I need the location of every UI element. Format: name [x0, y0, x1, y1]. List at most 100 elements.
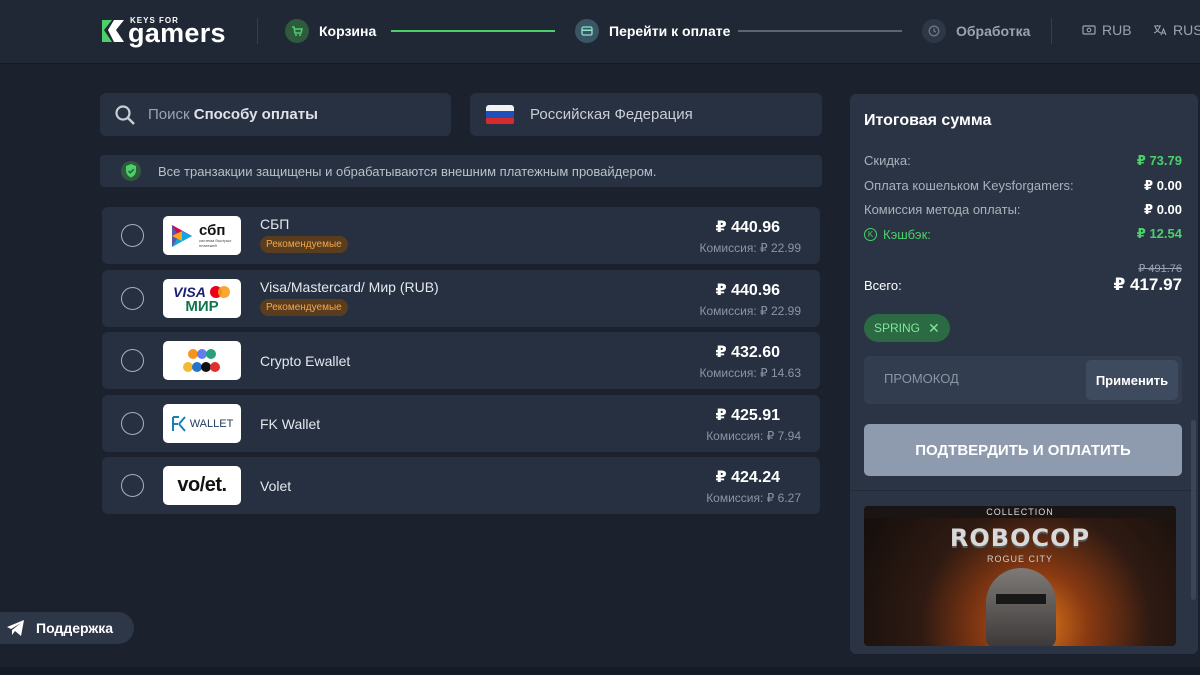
sbp-logo-subtext: система быстрых платежей: [199, 238, 232, 248]
step-progress-line-pending: [738, 30, 902, 32]
robocop-visor: [996, 594, 1046, 604]
crypto-logo: [163, 341, 241, 380]
radio-button[interactable]: [121, 349, 144, 372]
logo-k-icon: [102, 20, 124, 42]
currency-selector[interactable]: RUB: [1082, 22, 1132, 38]
payment-method-name: Volet: [260, 478, 292, 494]
payment-method-fk-wallet[interactable]: WALLET FK Wallet ₽ 425.91 Комиссия: ₽ 7.…: [102, 395, 820, 452]
order-summary-panel: Итоговая сумма Скидка: ₽ 73.79 Оплата ко…: [850, 94, 1198, 654]
translate-icon: [1153, 25, 1167, 36]
total-value: ₽ 417.97: [1113, 275, 1182, 294]
panel-scrollbar[interactable]: [1191, 420, 1196, 600]
payment-search-input[interactable]: Поиск Способу оплаты: [100, 93, 451, 136]
summary-row-label: Оплата кошельком Keysforgamers:: [864, 178, 1074, 193]
step-payment[interactable]: Перейти к оплате: [575, 19, 730, 43]
step-cart[interactable]: Корзина: [285, 19, 376, 43]
telegram-icon: [7, 620, 24, 636]
recommended-badge: Рекомендуемые: [260, 236, 348, 253]
summary-row-discount: Скидка: ₽ 73.79: [864, 153, 1182, 169]
game-cover-image: COLLECTION ROBOCOP ROGUE CITY: [864, 506, 1176, 646]
total-label: Всего:: [864, 278, 902, 293]
payment-method-fee: Комиссия: ₽ 7.94: [706, 429, 801, 443]
payment-method-price: ₽ 424.24: [715, 469, 780, 486]
language-label: RUS: [1173, 22, 1200, 38]
summary-row-value: ₽ 73.79: [1136, 153, 1182, 168]
russia-flag-icon: [486, 104, 514, 125]
payment-method-fee: Комиссия: ₽ 22.99: [699, 241, 801, 255]
summary-row-cashback: K Кэшбэк: ₽ 12.54: [864, 226, 1182, 242]
summary-row-label: Скидка:: [864, 153, 911, 168]
coupon-code: SPRING: [874, 321, 921, 335]
radio-button[interactable]: [121, 287, 144, 310]
card-icon: [575, 19, 599, 43]
payment-method-fee: Комиссия: ₽ 6.27: [706, 491, 801, 505]
sbp-logo-text: сбп: [199, 222, 226, 239]
language-selector[interactable]: RUS: [1153, 22, 1200, 38]
search-placeholder: Поиск Способу оплаты: [148, 106, 318, 123]
cashback-label: K Кэшбэк:: [864, 226, 931, 242]
apply-promo-button[interactable]: Применить: [1086, 360, 1178, 400]
brand-big-text: gamers: [128, 18, 226, 48]
payment-method-fee: Комиссия: ₽ 14.63: [699, 366, 801, 380]
visa-mastercard-mir-logo: VISA МИР: [163, 279, 241, 318]
close-icon[interactable]: ✕: [928, 320, 940, 337]
applied-coupon-chip: SPRING ✕: [864, 314, 950, 342]
fk-wallet-logo: WALLET: [163, 404, 241, 443]
summary-title: Итоговая сумма: [864, 112, 992, 129]
old-total-price: ₽ 491.76: [1138, 263, 1182, 275]
summary-row-wallet: Оплата кошельком Keysforgamers: ₽ 0.00: [864, 178, 1182, 194]
bottom-bar: [0, 667, 1200, 675]
game-subtitle-text: ROGUE CITY: [986, 554, 1053, 564]
header-divider: [257, 18, 258, 44]
fk-logo-text: WALLET: [189, 417, 234, 430]
secure-notice-text: Все транзакции защищены и обрабатываются…: [158, 163, 657, 179]
payment-method-sbp[interactable]: сбп система быстрых платежей СБП Рекомен…: [102, 207, 820, 264]
top-header: KEYS FOR gamers Корзина Перейти к оплате…: [0, 0, 1200, 64]
radio-button[interactable]: [121, 412, 144, 435]
shield-check-icon: [121, 161, 141, 181]
radio-button[interactable]: [121, 474, 144, 497]
country-label: Российская Федерация: [530, 106, 693, 123]
mir-logo-text: МИР: [185, 297, 219, 315]
payment-method-visa-mir[interactable]: VISA МИР Visa/Mastercard/ Мир (RUB) Реко…: [102, 270, 820, 327]
confirm-pay-button[interactable]: ПОДТВЕРДИТЬ И ОПЛАТИТЬ: [864, 424, 1182, 476]
fk-icon: [171, 415, 186, 432]
payment-method-volet[interactable]: vo/et. Volet ₽ 424.24 Комиссия: ₽ 6.27: [102, 457, 820, 514]
summary-row-fee: Комиссия метода оплаты: ₽ 0.00: [864, 202, 1182, 218]
country-selector[interactable]: Российская Федерация: [470, 93, 822, 136]
summary-row-value: ₽ 0.00: [1144, 178, 1182, 193]
cash-icon: [1082, 25, 1096, 35]
payment-method-price: ₽ 440.96: [715, 219, 780, 236]
payment-method-name: FK Wallet: [260, 416, 321, 432]
search-icon: [115, 104, 135, 125]
secure-notice: Все транзакции защищены и обрабатываются…: [100, 155, 822, 187]
support-button[interactable]: Поддержка: [0, 612, 134, 644]
payment-method-crypto[interactable]: Crypto Ewallet ₽ 432.60 Комиссия: ₽ 14.6…: [102, 332, 820, 389]
summary-row-value: ₽ 12.54: [1136, 226, 1182, 241]
summary-row-label: Кэшбэк:: [883, 226, 931, 242]
recommended-badge: Рекомендуемые: [260, 299, 348, 316]
crypto-coins-icon: [183, 348, 220, 372]
brand-logo[interactable]: KEYS FOR gamers: [100, 14, 230, 50]
volet-logo-text: vo/et.: [177, 474, 227, 496]
summary-row-value: ₽ 0.00: [1144, 202, 1182, 217]
payment-method-fee: Комиссия: ₽ 22.99: [699, 304, 801, 318]
promo-code-input[interactable]: [884, 371, 1074, 386]
payment-method-price: ₽ 440.96: [715, 282, 780, 299]
step-processing[interactable]: Обработка: [922, 19, 1030, 43]
payment-method-price: ₽ 432.60: [715, 344, 780, 361]
payment-method-name: СБП: [260, 216, 290, 232]
sbp-logo: сбп система быстрых платежей: [163, 216, 241, 255]
radio-button[interactable]: [121, 224, 144, 247]
game-collection-label: COLLECTION: [864, 506, 1176, 518]
volet-logo: vo/et.: [163, 466, 241, 505]
robocop-figure: [986, 568, 1056, 646]
step-cart-label: Корзина: [319, 23, 377, 39]
summary-divider: [850, 490, 1198, 491]
sbp-icon: [172, 224, 192, 247]
header-divider: [1051, 18, 1052, 44]
promo-code-field: Применить: [864, 356, 1182, 404]
payment-method-name: Crypto Ewallet: [260, 353, 351, 369]
step-progress-line-done: [391, 30, 555, 32]
support-label: Поддержка: [36, 620, 114, 636]
